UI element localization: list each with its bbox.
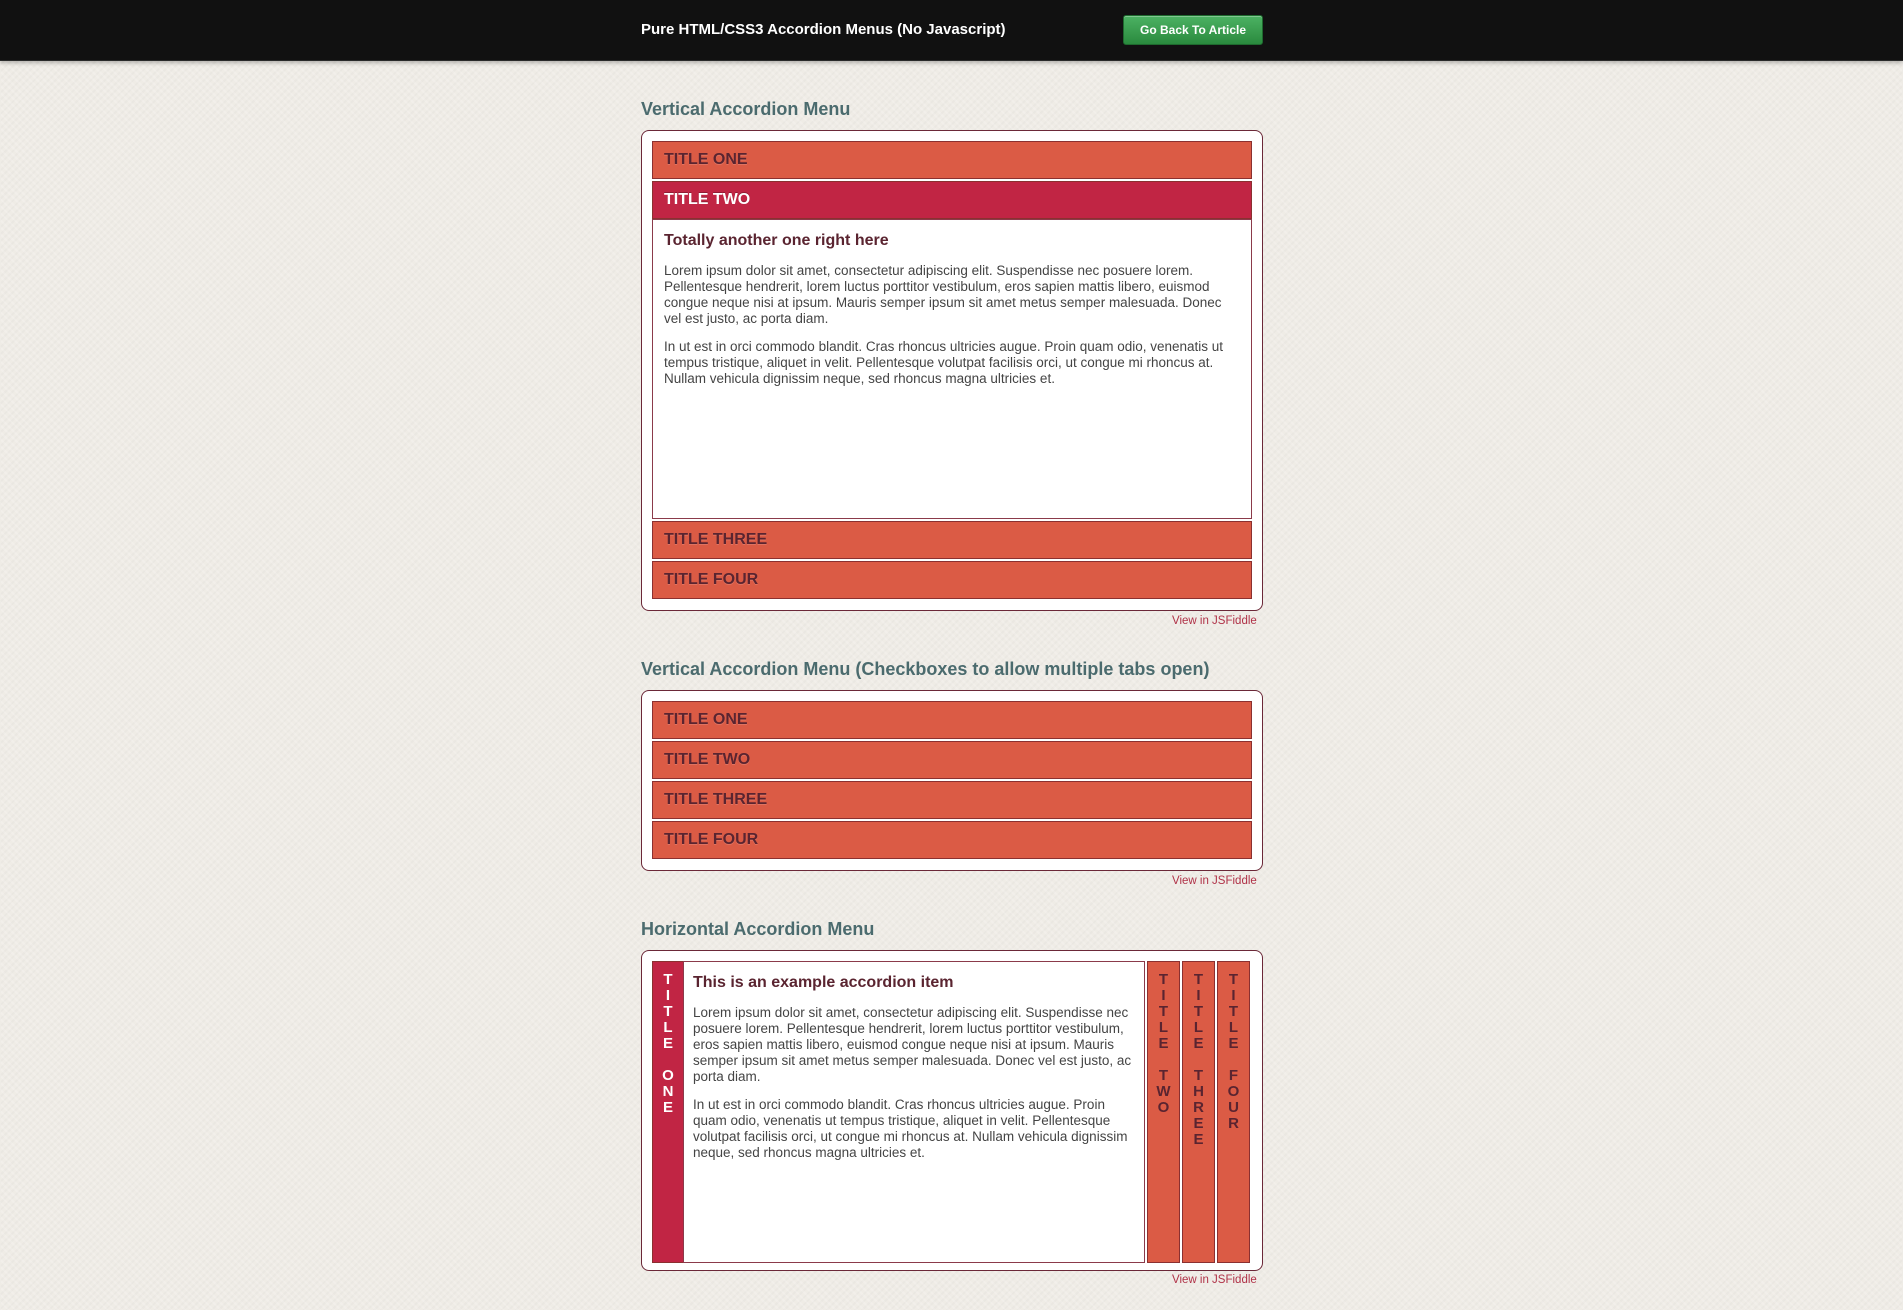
accordion-tab-title-two[interactable]: TITLE TWO [652, 741, 1252, 779]
content-paragraph: Lorem ipsum dolor sit amet, consectetur … [693, 1005, 1132, 1084]
content-paragraph: In ut est in orci commodo blandit. Cras … [693, 1097, 1128, 1160]
section-title-checkbox: Vertical Accordion Menu (Checkboxes to a… [641, 659, 1210, 679]
top-bar: Pure HTML/CSS3 Accordion Menus (No Javas… [0, 0, 1903, 61]
content-paragraph: In ut est in orci commodo blandit. Cras … [664, 339, 1224, 386]
accordion-vtab-title-three[interactable]: T I T L E T H R E E [1182, 961, 1215, 1263]
accordion-tab-title-one[interactable]: TITLE ONE [652, 701, 1252, 739]
accordion-vtab-title-one[interactable]: T I T L E O N E [652, 961, 684, 1263]
accordion-vtab-title-four[interactable]: T I T L E F O U R [1217, 961, 1250, 1263]
go-back-button[interactable]: Go Back To Article [1123, 15, 1263, 45]
accordion-tab-title-four[interactable]: TITLE FOUR [652, 561, 1252, 599]
accordion-tab-title-one[interactable]: TITLE ONE [652, 141, 1252, 179]
section-title-horizontal: Horizontal Accordion Menu [641, 919, 875, 939]
section-title-vertical: Vertical Accordion Menu [641, 99, 851, 119]
page-title: Pure HTML/CSS3 Accordion Menus (No Javas… [641, 21, 1006, 38]
accordion-tab-title-four[interactable]: TITLE FOUR [652, 821, 1252, 859]
checkbox-accordion: TITLE ONE TITLE TWO TITLE THREE TITLE FO… [641, 690, 1263, 871]
vertical-accordion: TITLE ONE TITLE TWO Totally another one … [641, 130, 1263, 611]
content-heading: Totally another one right here [664, 232, 889, 249]
horizontal-accordion: T I T L E O N E This is an example accor… [641, 950, 1263, 1271]
accordion-vtab-title-two[interactable]: T I T L E T W O [1147, 961, 1180, 1263]
vtab-label: T I T L E T W O [1156, 971, 1171, 1116]
jsfiddle-link[interactable]: View in JSFiddle [1172, 1274, 1257, 1286]
accordion-content-panel: Totally another one right here Lorem ips… [652, 219, 1252, 519]
content-paragraph: Lorem ipsum dolor sit amet, consectetur … [664, 263, 1222, 326]
vtab-label: T I T L E O N E [662, 971, 674, 1116]
vtab-label: T I T L E T H R E E [1193, 971, 1204, 1148]
accordion-tab-title-three[interactable]: TITLE THREE [652, 781, 1252, 819]
accordion-tab-title-three[interactable]: TITLE THREE [652, 521, 1252, 559]
accordion-content-panel: This is an example accordion item Lorem … [683, 961, 1145, 1263]
accordion-tab-title-two[interactable]: TITLE TWO [652, 181, 1252, 219]
content-heading: This is an example accordion item [693, 974, 954, 991]
jsfiddle-link[interactable]: View in JSFiddle [1172, 615, 1257, 627]
jsfiddle-link[interactable]: View in JSFiddle [1172, 875, 1257, 887]
vtab-label: T I T L E F O U R [1227, 971, 1240, 1132]
